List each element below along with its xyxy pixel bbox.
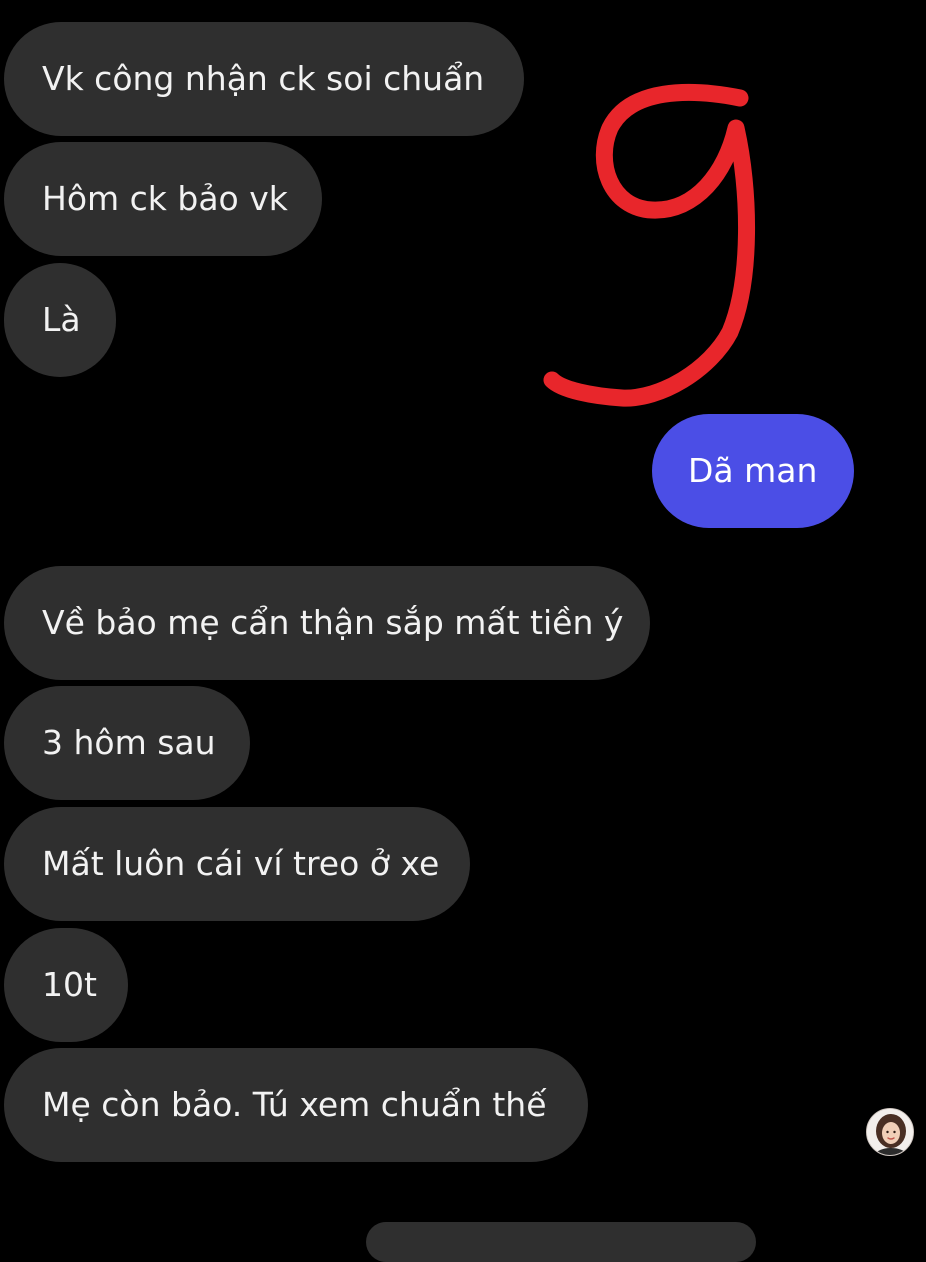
message-text: Mẹ còn bảo. Tú xem chuẩn thế	[42, 1085, 547, 1124]
message-bubble-incoming[interactable]: 10t	[4, 928, 128, 1042]
message-text: Mất luôn cái ví treo ở xe	[42, 844, 440, 883]
message-bubble-incoming[interactable]: Là	[4, 263, 116, 377]
message-bubble-incoming[interactable]: Vk công nhận ck soi chuẩn	[4, 22, 524, 136]
red-nine-annotation	[543, 83, 756, 407]
message-text: Là	[42, 300, 81, 339]
message-text: Dã man	[688, 451, 818, 490]
message-bubble-incoming[interactable]: Về bảo mẹ cẩn thận sắp mất tiền ý	[4, 566, 650, 680]
message-bubble-partial[interactable]	[366, 1222, 756, 1262]
message-bubble-incoming[interactable]: Mất luôn cái ví treo ở xe	[4, 807, 470, 921]
message-bubble-incoming[interactable]: Mẹ còn bảo. Tú xem chuẩn thế	[4, 1048, 588, 1162]
message-text: Hôm ck bảo vk	[42, 179, 288, 218]
message-text: 3 hôm sau	[42, 723, 216, 762]
message-text: 10t	[42, 965, 97, 1004]
message-text: Về bảo mẹ cẩn thận sắp mất tiền ý	[42, 603, 624, 642]
message-bubble-incoming[interactable]: 3 hôm sau	[4, 686, 250, 800]
message-bubble-incoming[interactable]: Hôm ck bảo vk	[4, 142, 322, 256]
message-text: Vk công nhận ck soi chuẩn	[42, 59, 485, 98]
user-avatar-icon[interactable]	[866, 1108, 914, 1156]
message-bubble-outgoing[interactable]: Dã man	[652, 414, 854, 528]
avatar-face-icon	[867, 1109, 913, 1155]
